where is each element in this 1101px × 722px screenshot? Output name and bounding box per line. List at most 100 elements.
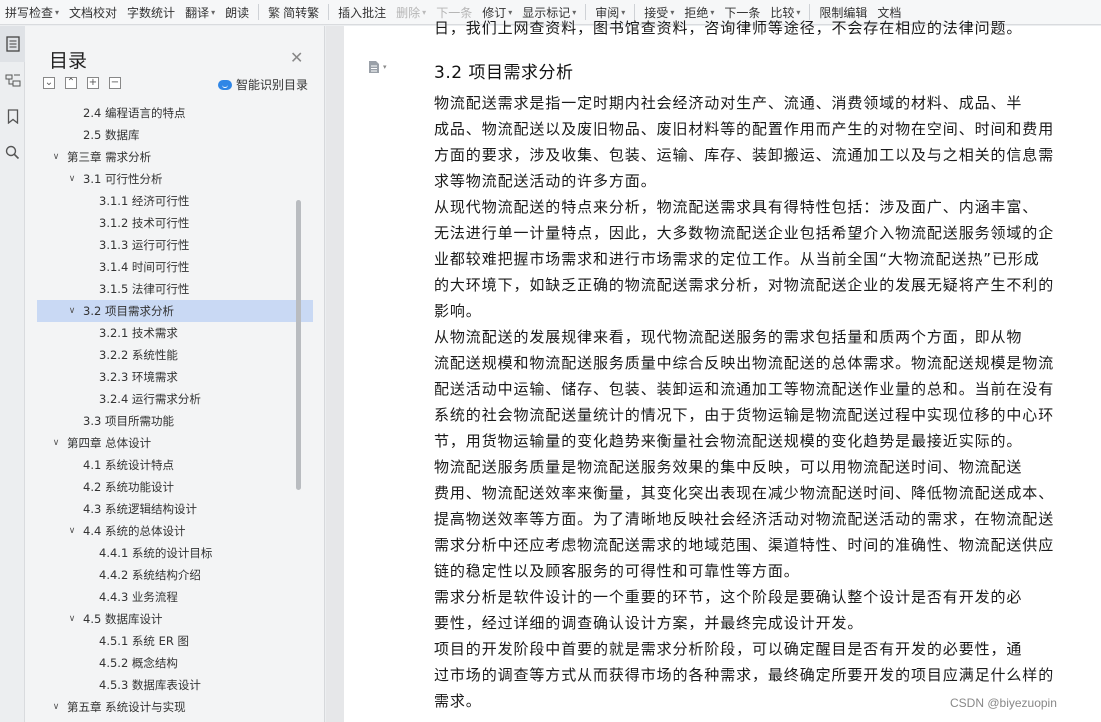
toc-item[interactable]: 4.5.1 系统 ER 图 <box>37 630 313 652</box>
toc-item[interactable]: 3.2.1 技术需求 <box>37 322 313 344</box>
body-text-line: 物流配送需求是指一定时期内社会经济动对生产、流通、消费领域的材料、成品、半 <box>434 94 1023 112</box>
toc-item-label: 第三章 需求分析 <box>67 150 152 164</box>
body-text-line: 流配送规模和物流配送服务质量中综合反映出物流配送的总体需求。物流配送规模是物流 <box>434 354 1055 372</box>
chevron-down-icon[interactable]: ∨ <box>51 152 61 162</box>
collapse-all-button[interactable]: ⌄ <box>43 77 55 89</box>
toc-rail-button[interactable] <box>0 26 25 62</box>
toc-scrollbar-thumb[interactable] <box>296 200 301 490</box>
toc-item[interactable]: 2.5 数据库 <box>37 124 313 146</box>
toc-item[interactable]: ∨ 3.1 可行性分析 <box>37 168 313 190</box>
chevron-down-icon[interactable]: ∨ <box>67 174 77 184</box>
toc-item[interactable]: ∨ 4.4 系统的总体设计 <box>37 520 313 542</box>
toc-item-label: 2.4 编程语言的特点 <box>83 106 186 120</box>
chevron-down-icon[interactable]: ∨ <box>51 438 61 448</box>
toc-item[interactable]: 4.3 系统逻辑结构设计 <box>37 498 313 520</box>
toc-item[interactable]: ∨ 第三章 需求分析 <box>37 146 313 168</box>
toc-item-label: 4.5.2 概念结构 <box>99 656 178 670</box>
toc-item[interactable]: 4.1 系统设计特点 <box>37 454 313 476</box>
body-text-line: 成品、物流配送以及废旧物品、废旧材料等的配置作用而产生的对物在空间、时间和费用 <box>434 120 1055 138</box>
body-text-line: 过市场的调查等方式从而获得市场的各种需求，最终确定所要开发的项目应满足什么样的 <box>434 666 1055 684</box>
traditional-chinese-icon: 繁 <box>268 5 281 20</box>
toc-item-label: 3.2 项目需求分析 <box>83 304 174 318</box>
toolbar-button-3[interactable]: 翻译 ▾ <box>180 0 220 24</box>
paragraph-options-button[interactable]: ▾ <box>368 60 387 74</box>
toc-item-label: 3.1.5 法律可行性 <box>99 282 190 296</box>
document-area: 日，我们上网查资料，图书馆查资料，咨询律师等途径，不会存在相应的法律问题。 ▾ … <box>326 19 1101 722</box>
toolbar-button-2[interactable]: 字数统计 <box>122 0 180 24</box>
body-text-line: 提高物送效率等方面。为了清晰地反映社会经济活动对物流配送活动的需求，在物流配送 <box>434 510 1055 528</box>
toc-item[interactable]: ∨ 第四章 总体设计 <box>37 432 313 454</box>
toc-item[interactable]: 3.1.4 时间可行性 <box>37 256 313 278</box>
toc-item[interactable]: 3.2.4 运行需求分析 <box>37 388 313 410</box>
toc-item[interactable]: 3.1.2 技术可行性 <box>37 212 313 234</box>
smart-recognize-toc-button[interactable]: 智能识别目录 <box>218 76 308 93</box>
body-text-line: 业都较难把握市场需求和进行市场需求的定位工作。从当前全国“大物流配送热”已形成 <box>434 250 1040 268</box>
toolbar-button-0[interactable]: 拼写检查 ▾ <box>0 0 64 24</box>
toc-item[interactable]: 4.5.2 概念结构 <box>37 652 313 674</box>
search-icon <box>5 145 20 159</box>
body-text-line: 需求。 <box>434 692 482 710</box>
toc-item-label: 第五章 系统设计与实现 <box>67 700 186 714</box>
previous-paragraph-line: 日，我们上网查资料，图书馆查资料，咨询律师等途径，不会存在相应的法律问题。 <box>434 19 1023 37</box>
chevron-down-icon[interactable]: ∨ <box>67 614 77 624</box>
toc-item-label: 3.1.4 时间可行性 <box>99 260 190 274</box>
toolbar-label: 拼写检查 <box>5 5 54 20</box>
body-text-line: 要性，经过详细的调查确认设计方案，并最终完成设计开发。 <box>434 614 864 632</box>
bookmark-rail-button[interactable] <box>0 98 25 134</box>
chevron-down-icon: ▾ <box>508 7 513 17</box>
body-text-line: 影响。 <box>434 302 482 320</box>
toc-item-label: 3.2.3 环境需求 <box>99 370 178 384</box>
toc-item-label: 3.2.2 系统性能 <box>99 348 178 362</box>
toc-item[interactable]: 3.2.2 系统性能 <box>37 344 313 366</box>
chevron-down-icon: ▾ <box>670 7 675 17</box>
toolbar-divider <box>258 4 260 20</box>
toc-item-label: 4.2 系统功能设计 <box>83 480 174 494</box>
chevron-down-icon: ▾ <box>422 7 427 17</box>
toolbar-button-5[interactable]: 繁简转繁 <box>263 0 324 24</box>
toc-item-label: 2.5 数据库 <box>83 128 140 142</box>
toolbar-button-1[interactable]: 文档校对 <box>64 0 122 24</box>
toolbar-button-6[interactable]: 插入批注 <box>333 0 391 24</box>
chevron-down-icon[interactable]: ∨ <box>67 306 77 316</box>
toc-panel: 目录 ✕ ⌄ ⌃ + − 智能识别目录 2.4 编程语言的特点 2.5 数据库 ∨ 第… <box>25 26 325 722</box>
toolbar-button-4[interactable]: 朗读 <box>220 0 254 24</box>
bookmark-icon <box>7 108 18 124</box>
toc-item[interactable]: 4.4.2 系统结构介绍 <box>37 564 313 586</box>
toc-item[interactable]: 4.4.1 系统的设计目标 <box>37 542 313 564</box>
toc-item[interactable]: ∨ 4.5 数据库设计 <box>37 608 313 630</box>
smart-recognize-label: 智能识别目录 <box>236 78 309 92</box>
body-text-line: 需求分析中还应考虑物流配送需求的地域范围、渠道特性、时间的准确性、物流配送供应 <box>434 536 1055 554</box>
toc-item[interactable]: 3.1.1 经济可行性 <box>37 190 313 212</box>
toolbar-label: 简转繁 <box>283 5 320 20</box>
chevron-down-icon[interactable]: ∨ <box>67 526 77 536</box>
toc-item[interactable]: 4.5.3 数据库表设计 <box>37 674 313 696</box>
document-outline-icon <box>5 36 20 52</box>
toc-item-label: 3.1 可行性分析 <box>83 172 163 186</box>
chevron-down-icon[interactable]: ∨ <box>51 702 61 712</box>
navigation-rail-button[interactable] <box>0 62 25 98</box>
decrease-level-button[interactable]: − <box>109 77 121 89</box>
toc-item[interactable]: ∨ 第五章 系统设计与实现 <box>37 696 313 718</box>
chevron-down-icon: ▾ <box>796 7 801 17</box>
toolbar-button-7[interactable]: 删除 ▾ <box>391 0 431 24</box>
toc-item[interactable]: 3.3 项目所需功能 <box>37 410 313 432</box>
toc-item[interactable]: 3.1.5 法律可行性 <box>37 278 313 300</box>
search-rail-button[interactable] <box>0 134 25 170</box>
body-text-line: 物流配送服务质量是物流配送服务效果的集中反映，可以用物流配送时间、物流配送 <box>434 458 1023 476</box>
toc-item-label: 3.2.4 运行需求分析 <box>99 392 201 406</box>
navigation-pane-icon <box>5 74 20 87</box>
toc-item[interactable]: ∨ 3.2 项目需求分析 <box>37 300 313 322</box>
toc-item[interactable]: 4.4.3 业务流程 <box>37 586 313 608</box>
toc-item[interactable]: 3.1.3 运行可行性 <box>37 234 313 256</box>
close-icon[interactable]: ✕ <box>290 48 303 67</box>
toc-item[interactable]: 3.2.3 环境需求 <box>37 366 313 388</box>
toc-item-label: 4.5 数据库设计 <box>83 612 163 626</box>
body-text-line: 方面的要求，涉及收集、包装、运输、库存、装卸搬运、流通加工以及与之相关的信息需 <box>434 146 1055 164</box>
toc-item-label: 4.5.3 数据库表设计 <box>99 678 201 692</box>
expand-all-button[interactable]: ⌃ <box>65 77 77 89</box>
increase-level-button[interactable]: + <box>87 77 99 89</box>
toc-item-label: 4.5.1 系统 ER 图 <box>99 634 189 648</box>
chevron-down-icon: ▾ <box>211 7 216 17</box>
toc-item[interactable]: 4.2 系统功能设计 <box>37 476 313 498</box>
toc-item[interactable]: 2.4 编程语言的特点 <box>37 102 313 124</box>
